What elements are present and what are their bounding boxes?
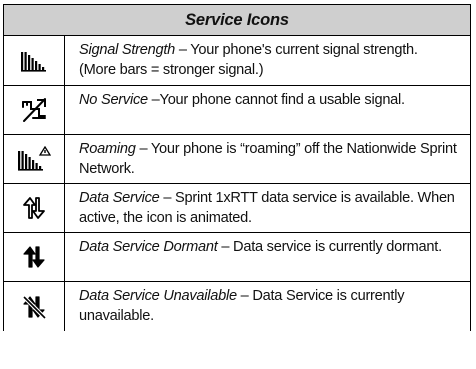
table-row: Data Service Dormant – Data service is c… xyxy=(4,233,470,282)
no-service-icon xyxy=(22,98,46,122)
roaming-icon xyxy=(18,146,51,171)
data-service-icon xyxy=(23,197,45,219)
table-row: Data Service Unavailable – Data Service … xyxy=(4,282,470,331)
row-description: –Your phone cannot find a usable signal. xyxy=(147,92,405,108)
row-term: No Service xyxy=(79,92,148,108)
row-term: Data Service Dormant xyxy=(79,239,218,255)
row-term: Data Service xyxy=(79,190,160,206)
data-service-unavailable-icon xyxy=(22,295,47,319)
row-term: Signal Strength xyxy=(79,42,176,58)
row-term: Roaming xyxy=(79,141,136,157)
row-description: – Data service is currently dormant. xyxy=(217,239,442,255)
service-icons-table: Service Icons Signal Strength – Your pho… xyxy=(3,4,471,331)
table-row: No Service –Your phone cannot find a usa… xyxy=(4,86,470,135)
table-row: Roaming – Your phone is “roaming” off th… xyxy=(4,135,470,184)
row-term: Data Service Unavailable xyxy=(79,288,237,304)
table-row: Data Service – Sprint 1xRTT data service… xyxy=(4,184,470,233)
signal-strength-icon xyxy=(21,51,46,72)
data-service-dormant-icon xyxy=(23,246,45,268)
table-header: Service Icons xyxy=(4,5,470,36)
table-title: Service Icons xyxy=(185,10,289,29)
table-row: Signal Strength – Your phone's current s… xyxy=(4,36,470,86)
row-description: – Your phone is “roaming” off the Nation… xyxy=(79,141,457,177)
